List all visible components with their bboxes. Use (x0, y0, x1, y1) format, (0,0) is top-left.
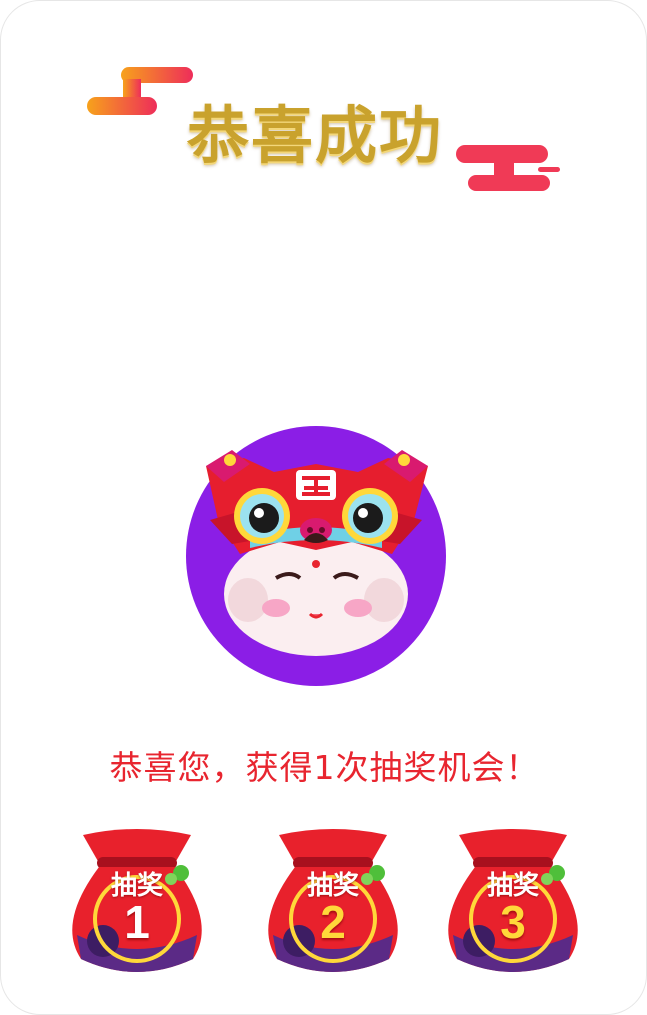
lion-dance-avatar (184, 424, 448, 688)
lucky-bag-number: 1 (124, 896, 150, 948)
lucky-bag-number: 2 (320, 896, 346, 948)
auspicious-cloud-icon (456, 145, 560, 191)
lion-dance-mascot-icon (186, 426, 446, 686)
lucky-bag-button-2[interactable]: 抽奖 2 (259, 823, 407, 981)
reward-message: 恭喜您，获得1次抽奖机会！ (109, 748, 540, 787)
success-dialog: 恭喜成功 恭喜您，获得1次抽奖机会！ 抽奖 1 抽奖 2 抽奖 3 (0, 0, 647, 1015)
lucky-bag-button-1[interactable]: 抽奖 1 (63, 823, 211, 981)
page-title: 恭喜成功 (187, 99, 444, 172)
lucky-bag-number: 3 (500, 896, 526, 948)
auspicious-cloud-icon (87, 67, 193, 115)
lucky-bag-button-3[interactable]: 抽奖 3 (439, 823, 587, 981)
